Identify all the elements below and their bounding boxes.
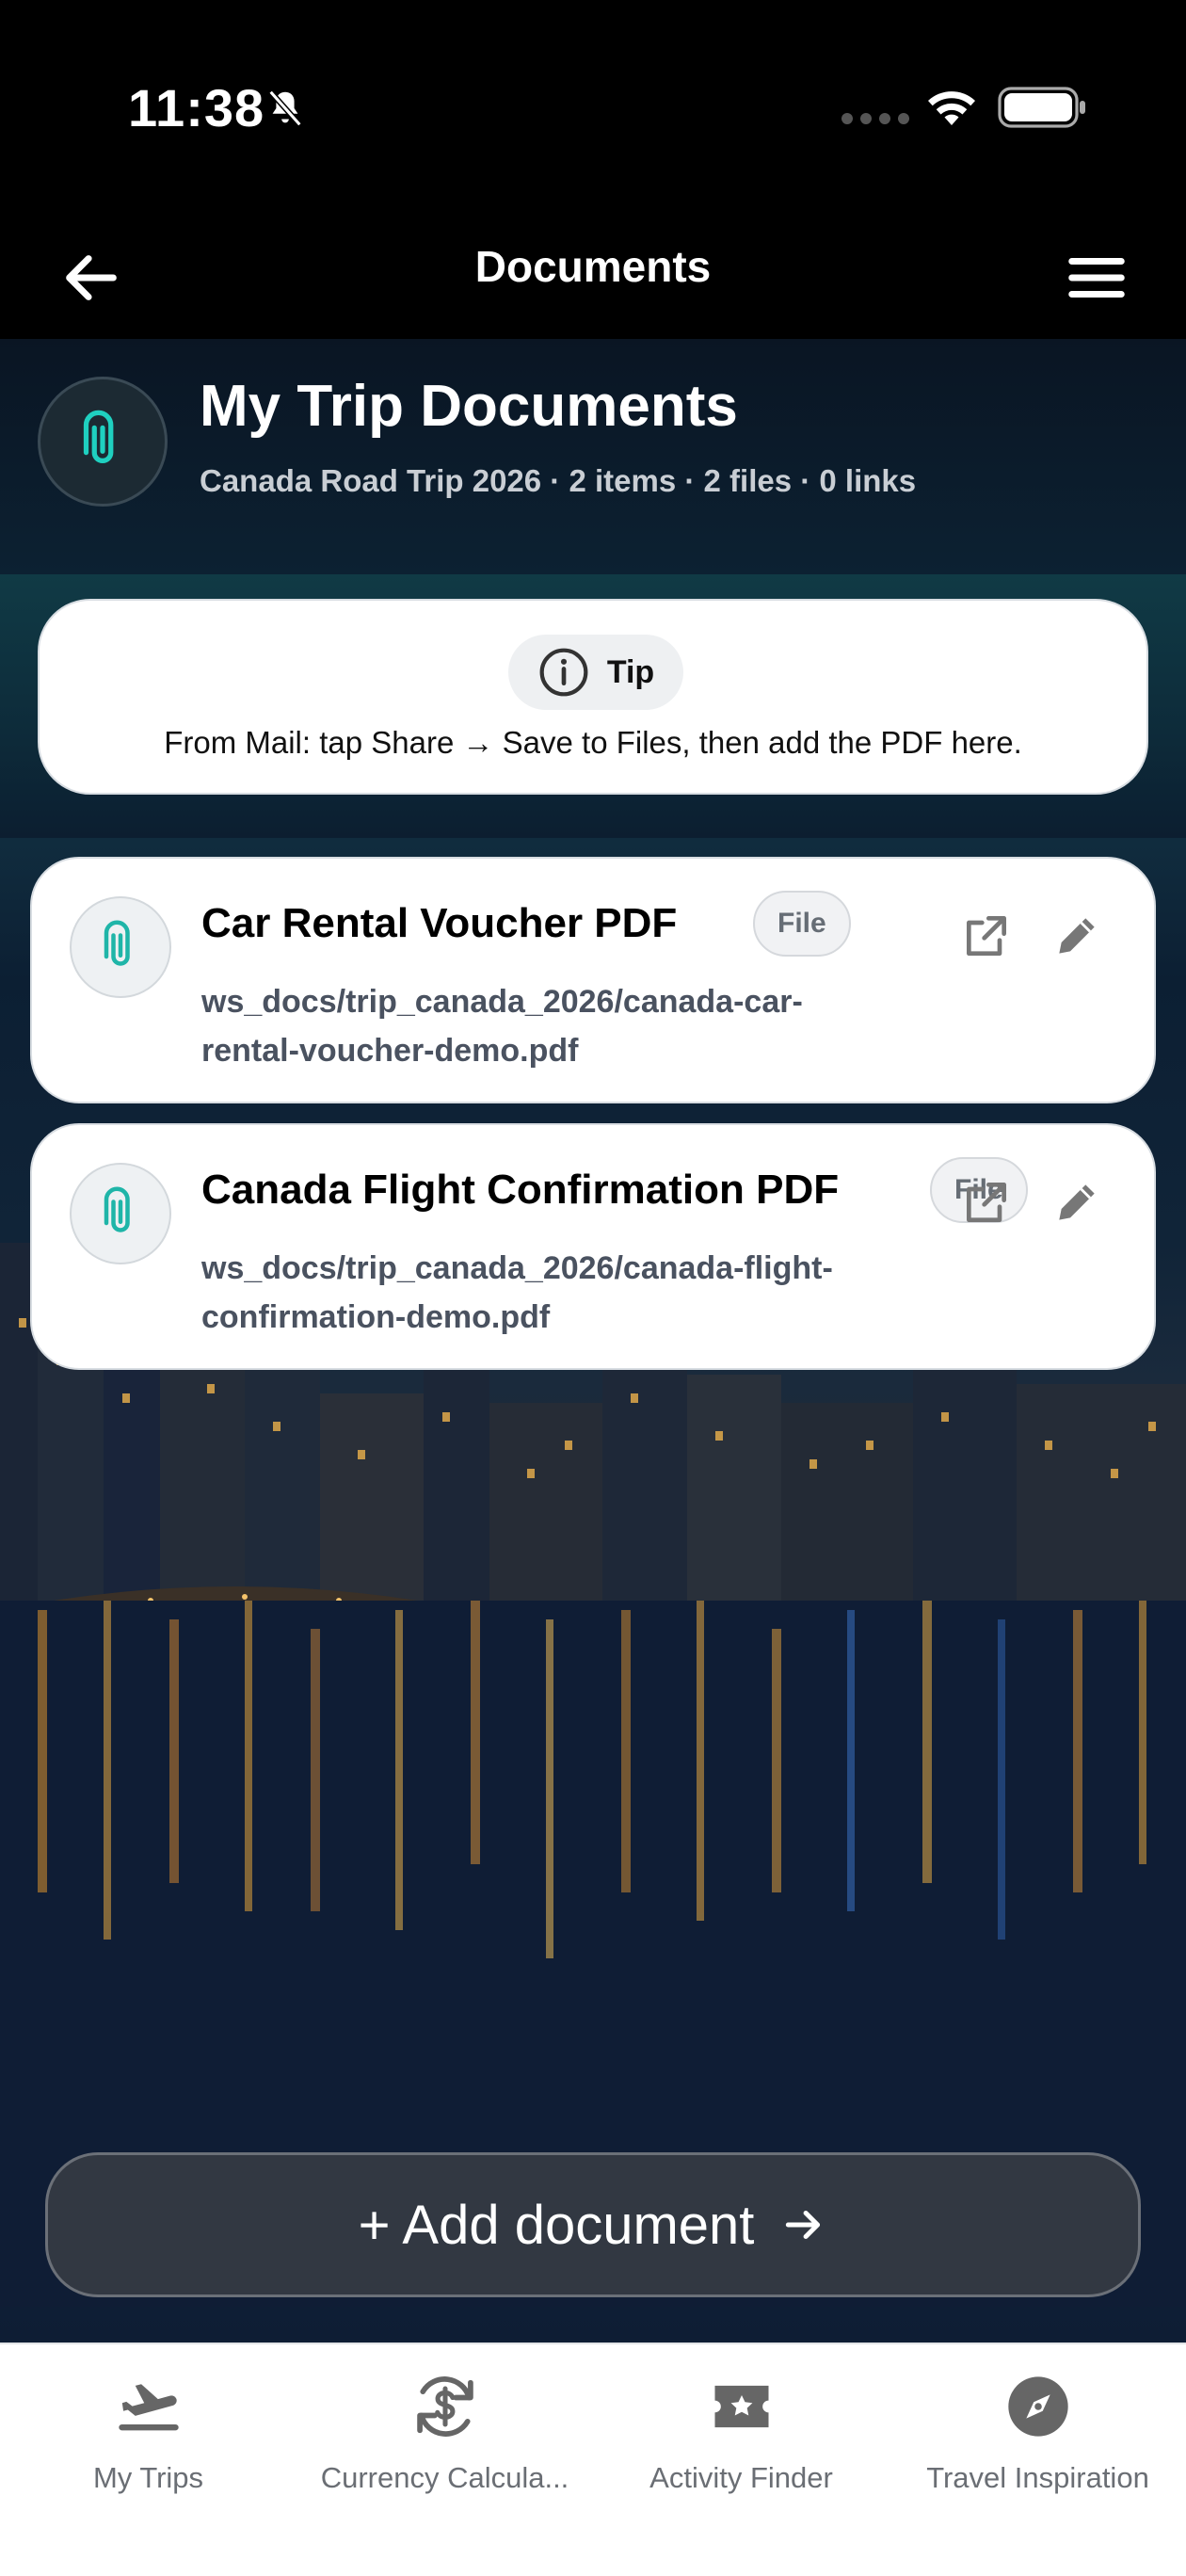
tab-label: Currency Calcula... (320, 2461, 569, 2494)
navigation-bar: Documents (0, 217, 1186, 339)
tab-travel-inspiration[interactable]: Travel Inspiration (890, 2367, 1186, 2536)
pencil-edit-icon[interactable] (1050, 910, 1103, 962)
open-external-icon[interactable] (960, 1176, 1013, 1229)
page-nav-title: Documents (474, 242, 712, 291)
tip-label: Tip (606, 653, 655, 690)
paperclip-icon (104, 1186, 130, 1232)
cellular-signal-icon (841, 113, 909, 124)
tab-currency-calculator[interactable]: Currency Calcula... (296, 2367, 593, 2536)
file-type-badge: File (753, 891, 851, 957)
wifi-icon (928, 91, 975, 125)
tab-bar: My Trips Currency Calcula... Activity Fi… (0, 2343, 1186, 2576)
page-subtitle: Canada Road Trip 2026 · 2 items · 2 file… (200, 463, 917, 498)
document-path: ws_docs/trip_canada_2026/canada-car- ren… (201, 977, 936, 1075)
tab-activity-finder[interactable]: Activity Finder (593, 2367, 890, 2536)
open-external-icon[interactable] (960, 910, 1013, 962)
ticket-star-icon (714, 2385, 768, 2428)
tip-card: Tip From Mail: tap Share → Save to Files… (38, 599, 1148, 795)
status-bar: 11:38 (0, 0, 1186, 217)
tab-label: Travel Inspiration (926, 2461, 1149, 2494)
document-type-badge (70, 896, 171, 998)
document-type-badge (70, 1163, 171, 1264)
document-path: ws_docs/trip_canada_2026/canada-flight- … (201, 1244, 936, 1342)
document-card[interactable]: Canada Flight Confirmation PDF File ws_d… (30, 1123, 1156, 1370)
tab-my-trips[interactable]: My Trips (0, 2367, 296, 2536)
tip-pill: Tip (508, 635, 683, 710)
tab-label: Activity Finder (649, 2461, 833, 2494)
document-title: Canada Flight Confirmation PDF (201, 1167, 840, 1213)
document-path-line-1: ws_docs/trip_canada_2026/canada-flight- (201, 1250, 833, 1286)
paperclip-icon (83, 410, 114, 464)
airplane-departure-icon (118, 2384, 179, 2431)
document-card[interactable]: Car Rental Voucher PDF File ws_docs/trip… (30, 857, 1156, 1103)
arrow-right-icon (786, 2211, 821, 2239)
document-path-line-2: rental-voucher-demo.pdf (201, 1033, 579, 1069)
status-time: 11:38 (128, 78, 265, 137)
tip-text: From Mail: tap Share → Save to Files, th… (164, 725, 1022, 760)
bell-off-icon (268, 89, 302, 127)
page-title: My Trip Documents (200, 374, 738, 439)
info-icon (539, 648, 588, 697)
paperclip-icon (104, 920, 130, 966)
tab-label: My Trips (92, 2461, 204, 2494)
pencil-edit-icon[interactable] (1050, 1176, 1103, 1229)
document-path-line-1: ws_docs/trip_canada_2026/canada-car- (201, 984, 803, 1020)
paperclip-icon-badge (38, 377, 168, 507)
document-path-line-2: confirmation-demo.pdf (201, 1299, 551, 1335)
add-document-label: + Add document (358, 2194, 755, 2256)
add-document-button[interactable]: + Add document (45, 2152, 1141, 2297)
document-title: Car Rental Voucher PDF (201, 900, 678, 946)
compass-icon (1007, 2376, 1068, 2437)
currency-exchange-icon (416, 2376, 473, 2437)
hamburger-menu-icon[interactable] (1064, 245, 1130, 311)
battery-icon (998, 87, 1085, 128)
